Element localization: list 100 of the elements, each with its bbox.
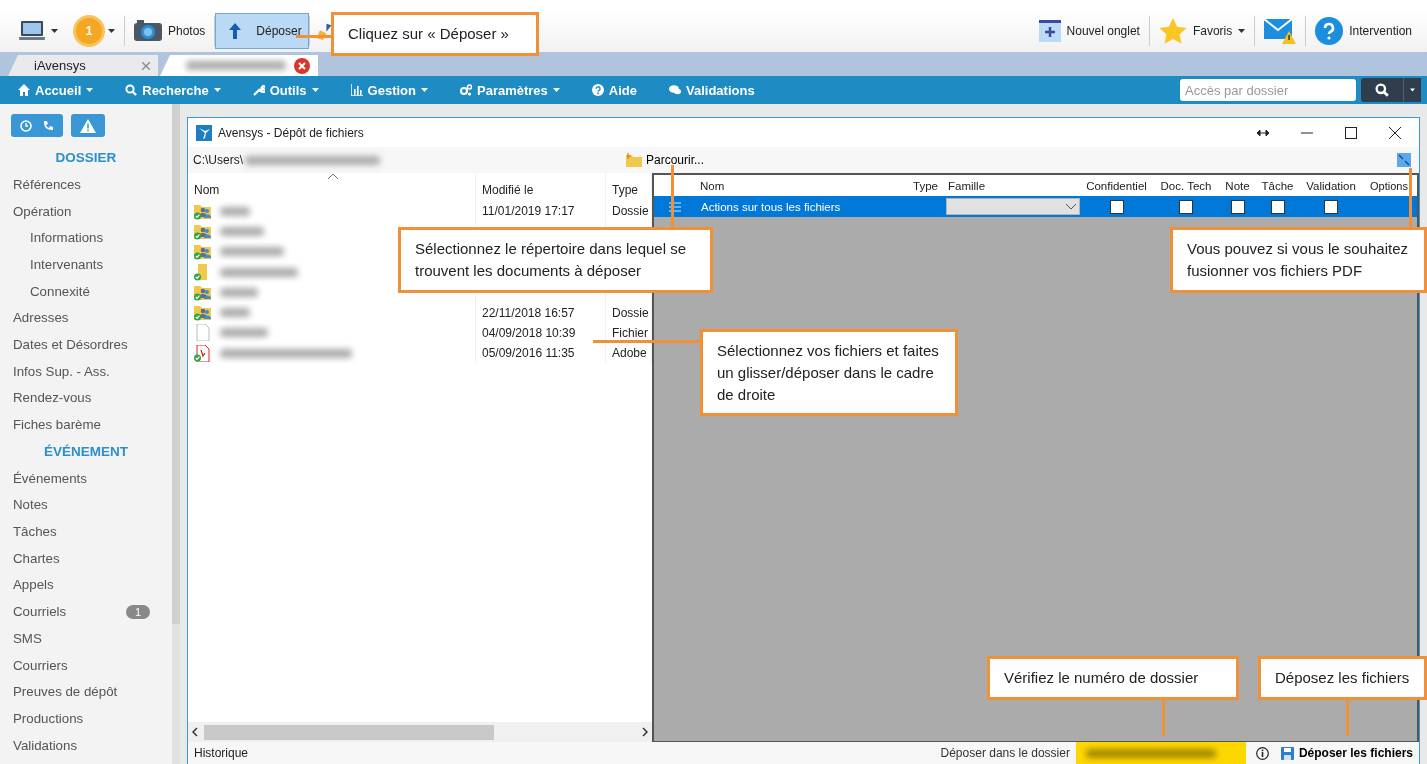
toolbar-button[interactable]: Nouvel onglet [1029, 13, 1149, 49]
search-field[interactable]: Accès par dossier [1180, 79, 1356, 101]
home-icon [18, 84, 30, 96]
search-icon [125, 84, 138, 96]
tab[interactable]: iAvensys [8, 55, 158, 76]
sidebar-item[interactable]: Fiches barème [0, 411, 172, 438]
mail-warning-icon[interactable] [1264, 17, 1297, 45]
clock-icon [20, 119, 32, 132]
column-header[interactable]: Doc. Tech [1160, 179, 1212, 192]
date-cell: 05/09/2016 11:35 [482, 346, 575, 361]
callout: Sélectionnez le répertoire dans lequel se trouvent les documents à déposer [398, 227, 713, 293]
camera-icon [134, 20, 162, 42]
column-header[interactable]: Famille [948, 179, 986, 192]
browse-button[interactable]: Parcourir... [626, 153, 705, 167]
scrollbar-thumb[interactable] [204, 724, 494, 740]
sidebar-item[interactable]: Courriels 1 [0, 598, 172, 625]
caret-icon [86, 88, 94, 92]
sidebar-item[interactable]: Connexité [0, 277, 172, 305]
toolbar-button[interactable]: Photos [125, 13, 215, 49]
bar-chart-icon [350, 84, 363, 96]
gears-icon [460, 84, 472, 96]
nav-menu[interactable]: Validations [659, 82, 765, 98]
sidebar-item[interactable]: Références [0, 171, 172, 198]
nav-menu[interactable]: Aide [581, 82, 647, 98]
column-header[interactable]: Nom [700, 179, 725, 192]
close-icon[interactable] [1389, 126, 1401, 139]
window-title: Avensys - Dépôt de fichiers [218, 125, 364, 140]
scrollbar-thumb[interactable] [172, 104, 180, 624]
section-heading: DOSSIER [54, 149, 118, 167]
merge-icon[interactable] [1397, 153, 1411, 167]
folder-tree-icon [626, 153, 642, 167]
nav-menu[interactable]: Gestion [340, 82, 438, 98]
help-icon [591, 84, 604, 96]
sidebar-item[interactable]: Adresses [0, 304, 172, 332]
sidebar-item[interactable]: Courriers [0, 651, 172, 679]
tab[interactable] [160, 55, 318, 76]
scroll-left-icon[interactable] [192, 727, 198, 737]
leader-line [1346, 699, 1349, 736]
callout: Vérifiez le numéro de dossier [987, 656, 1239, 700]
sidebar-item[interactable]: Validations [0, 731, 172, 759]
checkbox[interactable] [1109, 199, 1124, 214]
sidebar-item[interactable]: Infos Sup. - Ass. [0, 357, 172, 385]
callout: Vous pouvez si vous le souhaitez fusionner vos fichiers PDF [1170, 227, 1427, 293]
notification-badge: 1 [76, 18, 102, 44]
submit-button[interactable]: Déposer les fichiers [1280, 746, 1413, 760]
blurred-text [220, 206, 250, 216]
sidebar-item[interactable]: Productions [0, 705, 172, 732]
sidebar-item[interactable]: Informations [0, 224, 172, 252]
sidebar-item[interactable]: SMS [0, 625, 172, 652]
nav-menu[interactable]: Outils [242, 82, 329, 98]
caret-icon [552, 88, 560, 92]
sidebar-item[interactable]: Appels [0, 571, 172, 599]
list-handle-icon[interactable] [669, 201, 681, 212]
nav-menu[interactable]: Recherche [115, 82, 231, 98]
sidebar-item[interactable]: Opération [0, 197, 172, 225]
caret-icon [1238, 29, 1246, 33]
callout: Cliquez sur « Déposer » [331, 12, 539, 56]
column-header[interactable]: Note [1225, 179, 1250, 192]
table-row[interactable]: Actions sur tous les fichiers [654, 196, 1417, 217]
clock-phone-button[interactable] [11, 114, 63, 137]
maximize-icon[interactable] [1345, 126, 1357, 139]
column-header[interactable]: Validation [1306, 179, 1356, 192]
column-header[interactable]: Nom [188, 173, 476, 201]
field-label: Déposer dans le dossier [940, 746, 1070, 760]
sidebar-item[interactable]: Événements [0, 464, 172, 492]
chat-bubbles-icon [669, 84, 681, 96]
scroll-right-icon[interactable] [642, 727, 648, 737]
column-header[interactable]: Confidentiel [1086, 179, 1147, 192]
checkbox[interactable] [1179, 199, 1193, 214]
chevron-down-icon [1066, 203, 1076, 210]
column-header[interactable]: Type [913, 179, 938, 192]
leader-line [1409, 168, 1412, 227]
toolbar-button[interactable]: Intervention [1306, 13, 1421, 49]
shared-folder-icon [194, 243, 212, 261]
sidebar-item[interactable]: Tâches [0, 518, 172, 545]
sidebar-item[interactable]: Rendez-vous [0, 384, 172, 412]
nav-menu[interactable]: Accueil [8, 82, 104, 98]
wrench-icon [252, 84, 265, 96]
checkbox[interactable] [1230, 199, 1245, 214]
warning-button[interactable] [71, 114, 105, 137]
column-header[interactable]: Modifié le [476, 173, 606, 201]
sidebar-item[interactable]: Intervenants [0, 251, 172, 278]
checkbox[interactable] [1324, 199, 1338, 214]
toolbar-button[interactable]: Déposer [215, 13, 309, 49]
checkbox[interactable] [1270, 199, 1285, 214]
column-header[interactable]: Tâche [1261, 179, 1294, 192]
sidebar-item[interactable]: Dates et Désordres [0, 331, 172, 358]
nav-menu[interactable]: Paramètres [450, 82, 570, 98]
sidebar-item[interactable]: Notes [0, 491, 172, 519]
warning-icon [80, 118, 96, 133]
dropdown-button[interactable] [1403, 78, 1421, 102]
search-button[interactable] [1361, 78, 1403, 102]
save-icon [1280, 746, 1294, 760]
info-icon[interactable] [1255, 746, 1269, 760]
toolbar-button[interactable]: Favoris [1149, 13, 1255, 49]
sidebar-item[interactable]: Preuves de dépôt [0, 678, 172, 706]
column-header[interactable]: Options [1370, 179, 1408, 192]
sidebar-item[interactable]: Chartes [0, 544, 172, 572]
caret-icon [51, 29, 58, 33]
date-cell: 04/09/2018 10:39 [482, 325, 576, 340]
